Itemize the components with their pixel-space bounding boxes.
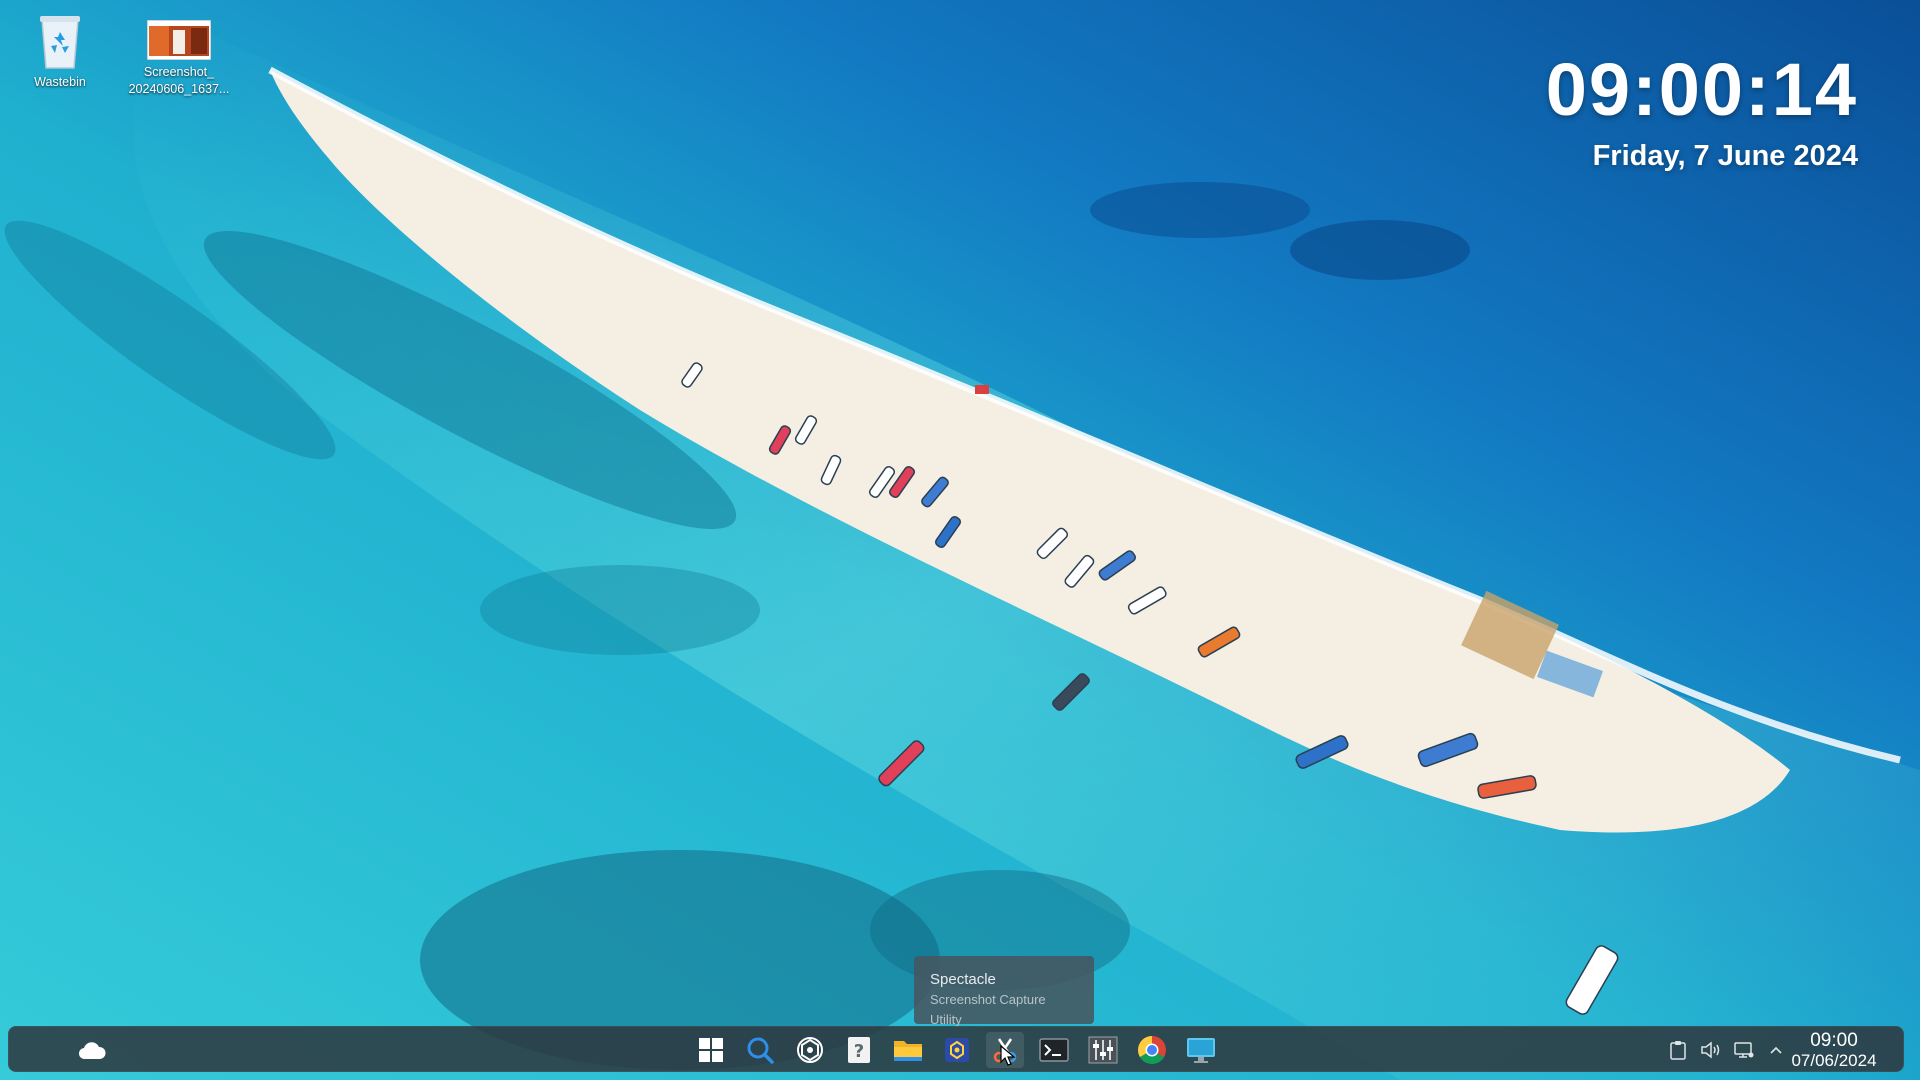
clock-widget: 09:00:14 Friday, 7 June 2024 xyxy=(1546,48,1858,176)
file-manager-button[interactable] xyxy=(889,1032,927,1068)
search-button[interactable] xyxy=(741,1032,779,1068)
windows-logo-icon xyxy=(699,1038,723,1062)
system-clock-date: 07/06/2024 xyxy=(1791,1051,1877,1070)
system-monitor-button[interactable] xyxy=(1084,1032,1122,1068)
desktop-icon-label: 20240606_1637... xyxy=(128,82,230,96)
svg-text:?: ? xyxy=(854,1041,864,1062)
mouse-cursor-icon xyxy=(1000,1045,1016,1066)
hexagon-app-icon xyxy=(945,1038,969,1062)
speaker-icon xyxy=(1701,1041,1720,1059)
clock-widget-time: 09:00:14 xyxy=(1545,48,1858,131)
terminal-icon xyxy=(1039,1038,1069,1062)
openai-icon xyxy=(797,1037,823,1063)
system-clock[interactable]: 09:00 07/06/2024 xyxy=(1779,1031,1889,1071)
start-menu-button[interactable] xyxy=(692,1032,730,1068)
monitor-icon xyxy=(1187,1038,1215,1063)
desktop-icon-label: Wastebin xyxy=(34,75,86,89)
remote-desktop-button[interactable] xyxy=(1182,1032,1220,1068)
help-document-icon: ? xyxy=(848,1037,870,1063)
taskbar: ? 09:00 07/06/2024 xyxy=(8,1026,1904,1072)
system-clock-time: 09:00 xyxy=(1810,1030,1858,1051)
volume-tray-button[interactable] xyxy=(1699,1038,1723,1062)
taskbar-tooltip: Spectacle Screenshot Capture Utility xyxy=(914,956,1094,1027)
mixer-icon xyxy=(1088,1036,1118,1064)
desktop[interactable]: Wastebin Screenshot_ 20240606_1637... 09… xyxy=(0,0,1920,1080)
chrome-icon xyxy=(1138,1036,1166,1064)
kde-connect-button[interactable] xyxy=(938,1032,976,1068)
desktop-icon-screenshot[interactable]: Screenshot_ 20240606_1637... xyxy=(124,20,234,98)
tooltip-title: Spectacle xyxy=(930,971,996,988)
image-file-icon xyxy=(147,20,211,60)
clipboard-tray-button[interactable] xyxy=(1666,1038,1690,1062)
network-tray-button[interactable] xyxy=(1732,1038,1756,1062)
desktop-icon-wastebin[interactable]: Wastebin xyxy=(5,12,115,91)
search-icon xyxy=(747,1037,774,1064)
cloud-icon xyxy=(78,1042,106,1060)
help-app-button[interactable]: ? xyxy=(840,1032,878,1068)
weather-widget-button[interactable] xyxy=(73,1032,111,1068)
folder-icon xyxy=(894,1041,922,1061)
tooltip-subtitle: Screenshot Capture Utility xyxy=(930,992,1046,1027)
chrome-button[interactable] xyxy=(1133,1032,1171,1068)
chatgpt-app-button[interactable] xyxy=(791,1032,829,1068)
terminal-button[interactable] xyxy=(1035,1032,1073,1068)
clipboard-icon xyxy=(1670,1041,1686,1060)
desktop-icon-label: Screenshot_ xyxy=(143,65,215,79)
network-icon xyxy=(1734,1042,1754,1058)
clock-widget-date: Friday, 7 June 2024 xyxy=(1592,140,1858,172)
recycle-bin-icon xyxy=(40,16,80,69)
